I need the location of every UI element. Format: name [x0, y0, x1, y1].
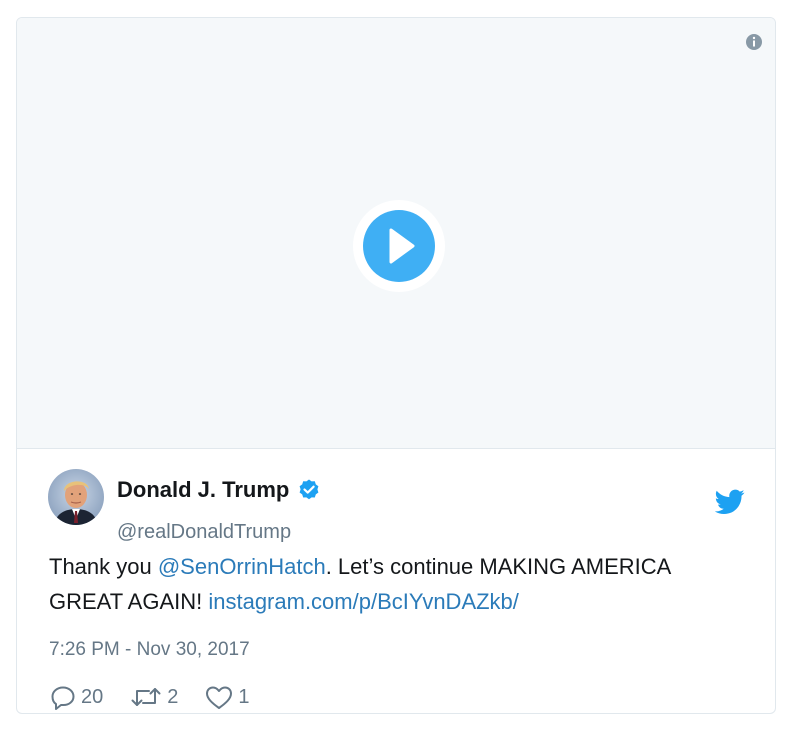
- retweet-icon: [131, 688, 161, 706]
- author-name-link[interactable]: Donald J. Trump: [117, 475, 321, 505]
- author-handle[interactable]: @realDonaldTrump: [117, 519, 291, 545]
- retweet-count: 2: [167, 686, 179, 708]
- avatar[interactable]: [48, 469, 104, 525]
- embedded-tweet-card: Donald J. Trump @realDonaldTrump Thank y…: [16, 17, 776, 714]
- reply-count: 20: [81, 686, 104, 708]
- tweet-text: Thank you @SenOrrinHatch. Let’s continue…: [49, 549, 749, 619]
- instagram-link[interactable]: instagram.com/p/BcIYvnDAZkb/: [208, 589, 519, 614]
- tweet-body: Donald J. Trump @realDonaldTrump Thank y…: [17, 449, 775, 713]
- like-button[interactable]: 1: [204, 683, 250, 711]
- verified-badge-icon: [299, 479, 319, 500]
- mention-link[interactable]: @SenOrrinHatch: [158, 554, 326, 579]
- info-icon[interactable]: [745, 33, 763, 51]
- heart-icon: [206, 686, 233, 709]
- reply-button[interactable]: 20: [49, 683, 103, 711]
- retweet-button[interactable]: 2: [129, 683, 178, 711]
- play-button[interactable]: [353, 200, 445, 292]
- tweet-text-start: Thank you: [49, 554, 158, 579]
- author-name: Donald J. Trump: [117, 477, 290, 502]
- tweet-timestamp[interactable]: 7:26 PM - Nov 30, 2017: [49, 637, 250, 663]
- video-media[interactable]: [17, 18, 775, 449]
- tweet-actions: 20 2 1: [49, 683, 276, 711]
- like-count: 1: [238, 686, 250, 708]
- twitter-bird-icon[interactable]: [714, 489, 745, 515]
- play-icon: [363, 210, 435, 282]
- reply-icon: [51, 686, 75, 710]
